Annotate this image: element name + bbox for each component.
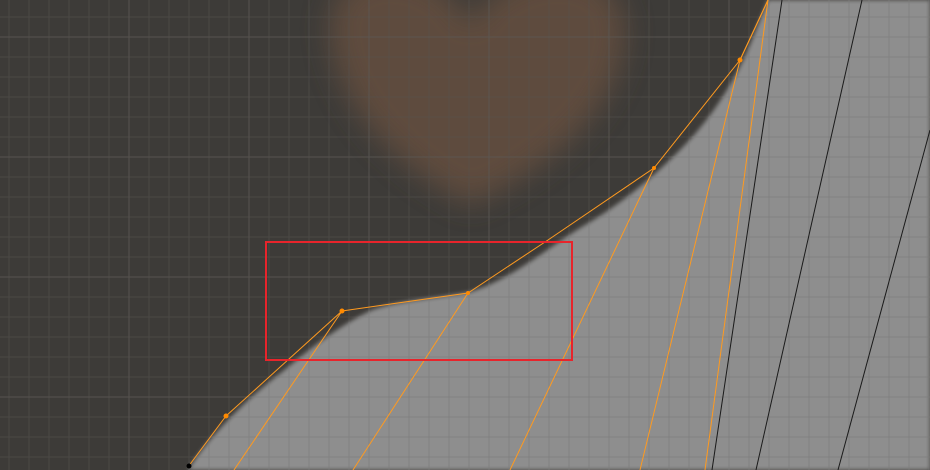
vertex-dot-icon[interactable] [339,308,345,314]
vertex-dot-icon[interactable] [652,166,656,170]
viewport-canvas[interactable] [0,0,930,470]
vertex-dot-icon[interactable] [186,463,192,469]
vertex-dot-icon[interactable] [223,413,229,419]
3d-viewport[interactable] [0,0,930,470]
vertex-dot-icon[interactable] [466,291,470,295]
vertex-dot-icon[interactable] [737,57,743,63]
